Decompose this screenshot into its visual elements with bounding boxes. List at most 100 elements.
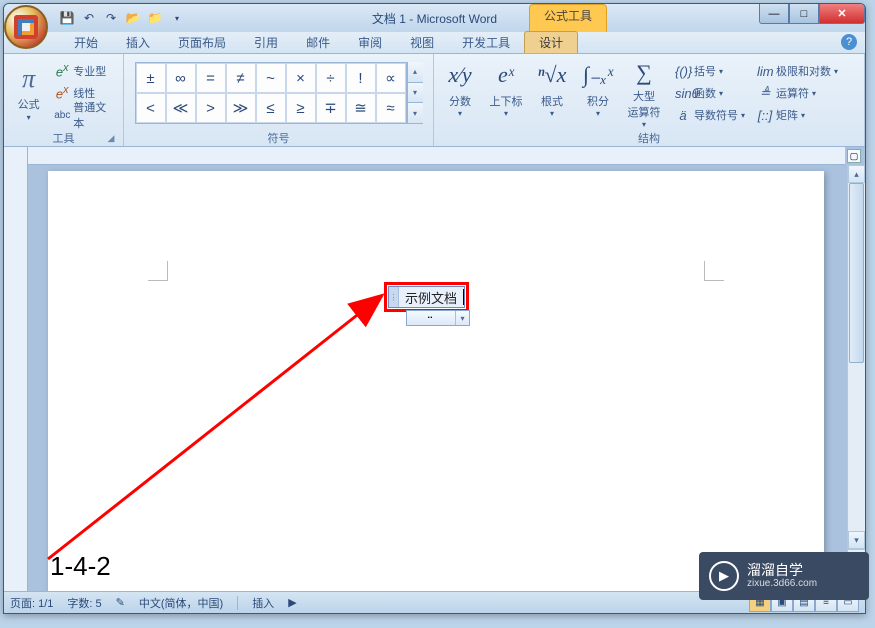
ribbon: π 公式 ▾ ex专业型 ex线性 abc普通文本 工具◢ ±∞=≠~×÷!∝<… xyxy=(4,54,865,147)
office-button[interactable] xyxy=(4,5,48,49)
status-language[interactable]: 中文(简体，中国) xyxy=(139,595,223,611)
symbol-cell[interactable]: ± xyxy=(136,63,166,93)
page[interactable]: ⋮ 示例文档 ⠒ ▾ xyxy=(48,171,824,591)
symbol-cell[interactable]: × xyxy=(286,63,316,93)
scroll-up-icon[interactable]: ▴ xyxy=(848,165,865,183)
folder-icon[interactable]: 📁 xyxy=(146,9,164,27)
symbol-cell[interactable]: ≈ xyxy=(376,93,406,123)
vertical-scrollbar[interactable]: ▴ ▾ ▴ ◦ ▾ xyxy=(847,165,865,591)
launcher-icon[interactable]: ◢ xyxy=(105,133,117,145)
professional-button[interactable]: ex专业型 xyxy=(51,61,119,82)
struct-矩阵[interactable]: [::]矩阵 ▾ xyxy=(754,105,841,126)
symbol-cell[interactable]: < xyxy=(136,93,166,123)
equation-placeholder-icon: ⠒ xyxy=(407,311,455,325)
struct-icon: ⁿ√x xyxy=(538,57,567,93)
redo-icon[interactable]: ↷ xyxy=(102,9,120,27)
symbol-cell[interactable]: ≪ xyxy=(166,93,196,123)
chevron-down-icon: ▾ xyxy=(596,109,600,118)
watermark-url: zixue.3d66.com xyxy=(747,578,817,589)
help-icon[interactable]: ? xyxy=(841,34,857,50)
play-icon: ▶ xyxy=(709,561,739,591)
symbol-cell[interactable]: ≥ xyxy=(286,93,316,123)
ribbon-tabs: 开始插入页面布局引用邮件审阅视图开发工具设计? xyxy=(4,32,865,54)
struct-大型运算符[interactable]: ∑大型运算符▾ xyxy=(622,57,666,129)
status-mode[interactable]: 插入 xyxy=(252,595,274,611)
spin-up-icon[interactable]: ▴ xyxy=(408,62,423,83)
ruler-horizontal[interactable] xyxy=(28,147,845,165)
scroll-track[interactable] xyxy=(848,183,865,531)
document-area: ▢ ⋮ 示例文档 ⠒ ▾ ▴ xyxy=(4,147,865,591)
open-icon[interactable]: 📂 xyxy=(124,9,142,27)
status-words[interactable]: 字数: 5 xyxy=(67,595,101,611)
struct-icon: [::] xyxy=(757,108,773,123)
quick-access-toolbar: 💾 ↶ ↷ 📂 📁 ▾ xyxy=(58,9,186,27)
tab-插入[interactable]: 插入 xyxy=(112,32,164,53)
ruler-toggle[interactable]: ▢ xyxy=(847,149,861,163)
struct-极限和对数[interactable]: lim极限和对数 ▾ xyxy=(754,61,841,82)
save-icon[interactable]: 💾 xyxy=(58,9,76,27)
symbol-cell[interactable]: ÷ xyxy=(316,63,346,93)
symbol-cell[interactable]: ≅ xyxy=(346,93,376,123)
spin-more-icon[interactable]: ▾ xyxy=(408,103,423,124)
symbol-cell[interactable]: ~ xyxy=(256,63,286,93)
group-structures: x⁄y分数▾eˣ上下标▾ⁿ√x根式▾∫₋ₓˣ积分▾∑大型运算符▾ {()}括号 ▾… xyxy=(434,54,865,146)
struct-导数符号[interactable]: ä导数符号 ▾ xyxy=(672,105,748,126)
ruler-vertical[interactable] xyxy=(4,147,28,591)
struct-积分[interactable]: ∫₋ₓˣ积分▾ xyxy=(576,57,620,129)
close-button[interactable]: ✕ xyxy=(819,4,865,24)
spin-down-icon[interactable]: ▾ xyxy=(408,83,423,104)
symbol-cell[interactable]: ! xyxy=(346,63,376,93)
window-title: 文档 1 - Microsoft Word xyxy=(372,10,497,27)
struct-根式[interactable]: ⁿ√x根式▾ xyxy=(530,57,574,129)
symbol-spinner[interactable]: ▴ ▾ ▾ xyxy=(407,62,423,124)
equation-options-menu[interactable]: ⠒ ▾ xyxy=(406,310,470,326)
scroll-thumb[interactable] xyxy=(849,183,864,363)
symbol-cell[interactable]: ≠ xyxy=(226,63,256,93)
normal-text-button[interactable]: abc普通文本 xyxy=(51,105,119,126)
tab-审阅[interactable]: 审阅 xyxy=(344,32,396,53)
tab-页面布局[interactable]: 页面布局 xyxy=(164,32,240,53)
equation-handle-icon[interactable]: ⋮ xyxy=(389,287,399,307)
equation-text[interactable]: 示例文档 xyxy=(399,288,463,307)
chevron-down-icon[interactable]: ▾ xyxy=(455,311,469,325)
tab-引用[interactable]: 引用 xyxy=(240,32,292,53)
symbol-cell[interactable]: > xyxy=(196,93,226,123)
symbol-cell[interactable]: = xyxy=(196,63,226,93)
struct-上下标[interactable]: eˣ上下标▾ xyxy=(484,57,528,129)
chevron-down-icon: ▾ xyxy=(27,113,31,122)
chevron-down-icon: ▾ xyxy=(550,109,554,118)
equation-button[interactable]: π 公式 ▾ xyxy=(8,58,49,128)
struct-icon: x⁄y xyxy=(448,57,471,93)
struct-括号[interactable]: {()}括号 ▾ xyxy=(672,61,748,82)
symbol-cell[interactable]: ∓ xyxy=(316,93,346,123)
symbol-cell[interactable]: ≤ xyxy=(256,93,286,123)
struct-分数[interactable]: x⁄y分数▾ xyxy=(438,57,482,129)
equation-container[interactable]: ⋮ 示例文档 xyxy=(388,286,465,308)
symbol-cell[interactable]: ∝ xyxy=(376,63,406,93)
symbol-cell[interactable]: ∞ xyxy=(166,63,196,93)
qat-dropdown-icon[interactable]: ▾ xyxy=(168,9,186,27)
status-page[interactable]: 页面: 1/1 xyxy=(10,595,53,611)
tab-邮件[interactable]: 邮件 xyxy=(292,32,344,53)
maximize-button[interactable]: □ xyxy=(789,4,819,24)
undo-icon[interactable]: ↶ xyxy=(80,9,98,27)
macro-icon[interactable]: ▶ xyxy=(288,596,296,609)
symbol-cell[interactable]: ≫ xyxy=(226,93,256,123)
watermark: ▶ 溜溜自学 zixue.3d66.com xyxy=(699,552,869,600)
chevron-down-icon: ▾ xyxy=(834,67,838,76)
text-cursor xyxy=(463,289,464,305)
tab-开始[interactable]: 开始 xyxy=(60,32,112,53)
tab-视图[interactable]: 视图 xyxy=(396,32,448,53)
struct-函数[interactable]: sinθ函数 ▾ xyxy=(672,83,748,104)
minimize-button[interactable]: — xyxy=(759,4,789,24)
struct-运算符[interactable]: ≜运算符 ▾ xyxy=(754,83,841,104)
pi-icon: π xyxy=(22,64,35,94)
context-tab: 公式工具 xyxy=(529,4,607,32)
scroll-down-icon[interactable]: ▾ xyxy=(848,531,865,549)
proofing-icon[interactable]: ✎ xyxy=(116,596,125,609)
tab-设计[interactable]: 设计 xyxy=(524,31,578,53)
chevron-down-icon: ▾ xyxy=(801,111,805,120)
struct-icon: ≜ xyxy=(757,85,773,101)
tab-开发工具[interactable]: 开发工具 xyxy=(448,32,524,53)
chevron-down-icon: ▾ xyxy=(741,111,745,120)
